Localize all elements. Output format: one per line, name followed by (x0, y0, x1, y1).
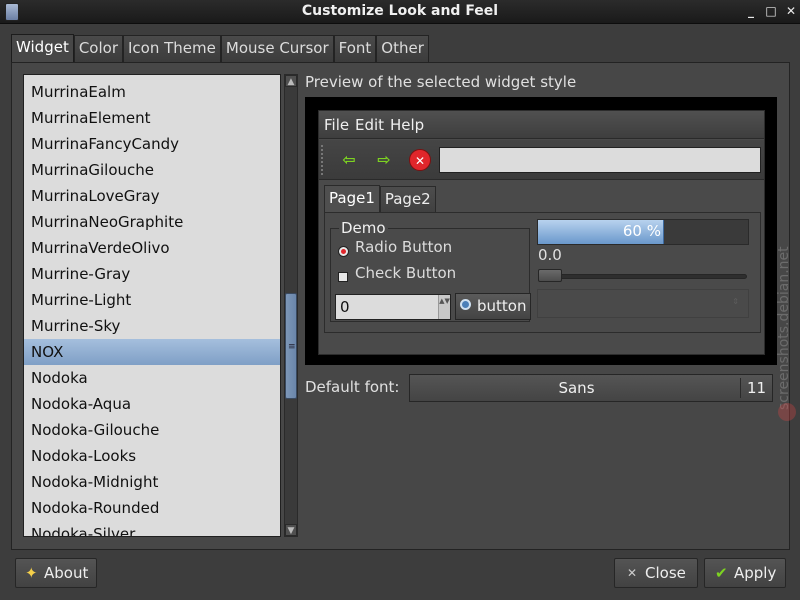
close-button[interactable]: ✕ Close (614, 558, 698, 588)
list-item[interactable]: Nodoka-Looks (24, 443, 280, 469)
watermark: screenshots.debian.net (776, 246, 792, 410)
list-item[interactable]: MurrinaLoveGray (24, 183, 280, 209)
disabled-combo: ⇕ (537, 289, 749, 318)
check-label[interactable]: Check Button (355, 264, 456, 282)
watermark-icon (778, 403, 796, 421)
title-bar: Customize Look and Feel _ □ ✕ (0, 0, 800, 24)
scale-trough[interactable] (538, 274, 747, 279)
list-item-selected[interactable]: NOX (24, 339, 280, 365)
list-item[interactable]: Murrine-Sky (24, 313, 280, 339)
scrollbar-thumb[interactable]: ≡ (285, 293, 297, 399)
back-arrow-icon[interactable]: ⇦ (338, 149, 360, 171)
combo-arrow-icon: ⇕ (732, 297, 739, 306)
font-name: Sans (558, 379, 595, 397)
list-item[interactable]: MurrinaElement (24, 105, 280, 131)
font-separator (740, 378, 741, 398)
demo-button-label: button (477, 297, 527, 315)
close-window-button[interactable]: ✕ (784, 4, 798, 18)
preview-tab-bar: Page1 Page2 (324, 185, 436, 213)
list-item[interactable]: MurrinaVerdeOlivo (24, 235, 280, 261)
tab-page2[interactable]: Page2 (379, 186, 436, 213)
preview-window: File Edit Help ⇦ ⇨ ✕ Page1 Page2 Demo Ra… (318, 110, 765, 355)
scale-slider[interactable] (538, 269, 562, 282)
window-title: Customize Look and Feel (301, 3, 499, 19)
radio-button[interactable] (338, 246, 349, 257)
list-item[interactable]: Murrine-Light (24, 287, 280, 313)
list-item[interactable]: Nodoka-Aqua (24, 391, 280, 417)
progress-bar: 60 % (537, 219, 749, 245)
about-button[interactable]: ✦ About (15, 558, 97, 588)
menu-file[interactable]: File (324, 116, 349, 134)
font-picker-button[interactable]: Sans 11 (409, 374, 773, 402)
grip-icon: ≡ (288, 342, 296, 352)
list-item[interactable]: MurrinaFancyCandy (24, 131, 280, 157)
preview-menubar: File Edit Help (319, 111, 764, 139)
list-item[interactable]: MurrinaGilouche (24, 157, 280, 183)
magnifier-icon (460, 299, 471, 310)
tab-icon-theme[interactable]: Icon Theme (123, 35, 221, 62)
minimize-button[interactable]: _ (744, 4, 758, 18)
scale-value: 0.0 (538, 246, 562, 264)
radio-label[interactable]: Radio Button (355, 238, 452, 256)
list-scrollbar[interactable]: ▲ ≡ ▼ (284, 74, 298, 537)
check-button[interactable] (338, 272, 348, 282)
tab-widget[interactable]: Widget (11, 34, 74, 62)
list-item[interactable]: Nodoka (24, 365, 280, 391)
maximize-button[interactable]: □ (764, 4, 778, 18)
about-label: About (44, 564, 89, 582)
demo-button[interactable]: button (455, 293, 531, 320)
progress-text: 60 % (622, 222, 661, 240)
list-item[interactable]: Nodoka-Silver (24, 521, 280, 536)
tab-font[interactable]: Font (333, 35, 377, 62)
spin-arrows-icon[interactable]: ▲▼ (438, 295, 450, 319)
spin-value: 0 (340, 298, 350, 316)
font-size: 11 (747, 379, 767, 397)
preview-label: Preview of the selected widget style (305, 73, 577, 91)
checkmark-icon: ✔ (715, 564, 728, 582)
spin-button[interactable]: 0 ▲▼ (335, 294, 451, 320)
preview-tab-panel: Demo Radio Button Check Button 0 ▲▼ butt… (324, 212, 761, 333)
apply-label: Apply (734, 564, 777, 582)
demo-frame: Demo Radio Button Check Button 0 ▲▼ butt… (330, 219, 531, 322)
tab-page1[interactable]: Page1 (324, 185, 380, 213)
demo-label: Demo (339, 219, 388, 237)
address-entry[interactable] (439, 147, 761, 173)
list-item[interactable]: MurrinaEalm (24, 79, 280, 105)
close-icon: ✕ (627, 566, 638, 580)
tab-mouse-cursor[interactable]: Mouse Cursor (220, 35, 334, 62)
about-icon: ✦ (25, 564, 38, 582)
toolbar-handle[interactable] (321, 145, 327, 175)
list-item[interactable]: Nodoka-Gilouche (24, 417, 280, 443)
scroll-up-icon[interactable]: ▲ (285, 75, 297, 87)
list-item[interactable]: Murrine-Gray (24, 261, 280, 287)
close-label: Close (645, 564, 686, 582)
apply-button[interactable]: ✔ Apply (704, 558, 786, 588)
menu-edit[interactable]: Edit (355, 116, 384, 134)
default-font-label: Default font: (305, 378, 400, 396)
list-item[interactable]: Nodoka-Rounded (24, 495, 280, 521)
tab-bar: Widget Color Icon Theme Mouse Cursor Fon… (11, 34, 429, 62)
stop-icon[interactable]: ✕ (409, 149, 431, 171)
tab-color[interactable]: Color (73, 35, 123, 62)
theme-list[interactable]: MurrinaEalm MurrinaElement MurrinaFancyC… (23, 74, 281, 537)
menu-help[interactable]: Help (390, 116, 424, 134)
list-item[interactable]: Nodoka-Midnight (24, 469, 280, 495)
preview-toolbar: ⇦ ⇨ ✕ (319, 140, 764, 180)
tab-other[interactable]: Other (376, 35, 429, 62)
scroll-down-icon[interactable]: ▼ (285, 524, 297, 536)
list-item[interactable]: MurrinaNeoGraphite (24, 209, 280, 235)
forward-arrow-icon[interactable]: ⇨ (373, 149, 395, 171)
